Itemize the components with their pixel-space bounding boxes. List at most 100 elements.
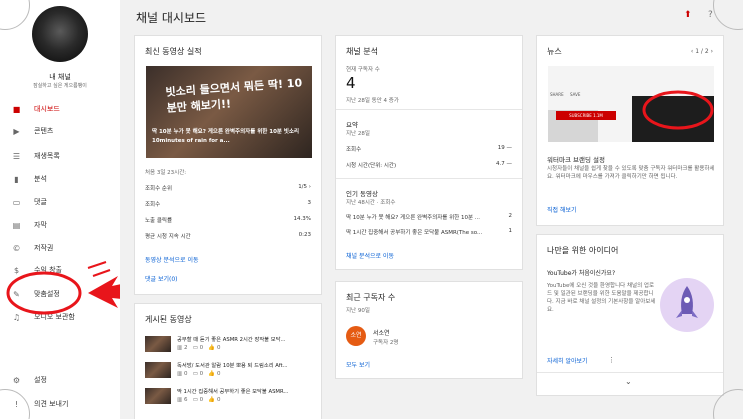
published-video-row[interactable]: 독서방/ 도서관 알람 10분 뽀용 퇴 드림소리 Aft... ▥ 0 ▭ 0… bbox=[145, 360, 315, 382]
channel-subtitle: 잠실하고 싶은 게으름뱅이 bbox=[33, 83, 87, 89]
highlight-circle bbox=[642, 90, 714, 130]
page-title: 채널 대시보드 bbox=[136, 11, 207, 25]
comments-icon: ▭ bbox=[12, 197, 21, 207]
news-image[interactable]: SHARE SAVE SUBSCRIBE 1.1M bbox=[548, 66, 714, 142]
likes-count: 0 bbox=[217, 397, 221, 403]
popular-label: 딱 1시간 집중해서 공부하기 좋은 모닥불 ASMR(The so... bbox=[346, 230, 483, 236]
gear-icon: ⚙ bbox=[12, 375, 21, 385]
published-video-row[interactable]: 딱 1시간 집중해서 공부하기 좋은 모닥불 ASMR... ▥ 6 ▭ 0 👍… bbox=[145, 386, 315, 408]
card-title: 게시된 동영상 bbox=[145, 315, 192, 324]
sidebar-item-label: 재생목록 bbox=[34, 152, 60, 160]
summary-value: 19 — bbox=[497, 145, 512, 151]
channel-avatar[interactable] bbox=[32, 6, 88, 62]
news-body: 시청자들이 채널을 쉽게 찾을 수 있도록 맞춤 구독자 워터마크를 활용하세요… bbox=[547, 166, 715, 180]
subscriber-avatar[interactable]: 소연 bbox=[346, 326, 366, 346]
stat-row: 조회수 3 bbox=[145, 200, 311, 208]
stat-row: 평균 시청 지속 시간 0:23 bbox=[145, 232, 311, 240]
latest-video-card: 최신 동영상 실적 빗소리 들으면서 뭐든 딱! 10분만 해보기!! 딱 10… bbox=[134, 35, 322, 295]
views-count: 2 bbox=[183, 345, 188, 351]
summary-row: 조회수 19 — bbox=[346, 145, 512, 153]
stat-row[interactable]: 조회수 순위 1/5 › bbox=[145, 184, 311, 192]
annotation-circle bbox=[6, 271, 82, 315]
divider bbox=[336, 109, 522, 110]
summary-row: 시청 시간(단위: 시간) 4.7 — bbox=[346, 161, 512, 169]
pager-text: 1 / 2 bbox=[695, 48, 709, 55]
comment-icon: ▭ bbox=[192, 345, 200, 351]
chevron-down-icon[interactable]: ⌄ bbox=[625, 377, 632, 386]
sidebar-item-content[interactable]: ▶ 콘텐츠 bbox=[0, 120, 120, 142]
sidebar: 내 채널 잠실하고 싶은 게으름뱅이 ■ 대시보드 ▶ 콘텐츠 ☰ 재생목록 ▮… bbox=[0, 0, 120, 419]
more-options-icon[interactable]: ⋮ bbox=[608, 356, 615, 364]
try-it-link[interactable]: 직접 해보기 bbox=[547, 205, 577, 214]
video-thumbnail[interactable]: 빗소리 들으면서 뭐든 딱! 10분만 해보기!! 딱 10분 누가 못 해요?… bbox=[146, 66, 312, 158]
news-pager: ‹ 1 / 2 › bbox=[691, 48, 713, 55]
ideas-body: YouTube에 오신 것을 환영합니다 채널의 업로드 및 일관된 브랜딩을 … bbox=[547, 283, 656, 313]
sidebar-item-label: 분석 bbox=[34, 175, 47, 183]
learn-more-link[interactable]: 자세히 알아보기 bbox=[547, 356, 588, 365]
subscriber-name[interactable]: 서소연 bbox=[373, 328, 390, 337]
news-card: 뉴스 ‹ 1 / 2 › SHARE SAVE SUBSCRIBE 1.1M 워… bbox=[536, 35, 724, 226]
sidebar-item-settings[interactable]: ⚙ 설정 bbox=[0, 369, 120, 391]
channel-analytics-link[interactable]: 채널 분석으로 이동 bbox=[346, 251, 394, 260]
stat-value: 0:23 bbox=[298, 232, 311, 238]
video-caption: 딱 10분 누가 못 해요? 게으른 완벽주의자를 위한 10분 빗소리 10m… bbox=[152, 129, 300, 144]
like-icon: 👍 bbox=[208, 397, 218, 403]
save-text: SAVE bbox=[570, 92, 581, 97]
summary-value: 4.7 — bbox=[496, 161, 512, 167]
channel-analytics-card: 채널 분석 현재 구독자 수 4 지난 28일 동안 4 증가 요약 지난 28… bbox=[335, 35, 523, 270]
sidebar-item-analytics[interactable]: ▮ 분석 bbox=[0, 168, 120, 190]
card-title: 뉴스 bbox=[547, 47, 562, 56]
subscribers-period: 지난 90일 bbox=[346, 308, 370, 314]
video-icon: ▶ bbox=[13, 126, 20, 136]
sidebar-item-comments[interactable]: ▭ 댓글 bbox=[0, 191, 120, 213]
popular-row[interactable]: 딱 10분 누가 못 해요? 게으른 완벽주의자를 위한 10분 ... 2 bbox=[346, 213, 512, 221]
sidebar-item-label: 의견 보내기 bbox=[34, 400, 69, 408]
stat-row: 노출 클릭률 14.3% bbox=[145, 216, 311, 224]
annotation-stroke bbox=[87, 261, 107, 269]
help-icon[interactable]: ? bbox=[708, 10, 713, 20]
sidebar-item-dashboard[interactable]: ■ 대시보드 bbox=[0, 98, 120, 120]
popular-row[interactable]: 딱 1시간 집중해서 공부하기 좋은 모닥불 ASMR(The so... 1 bbox=[346, 228, 512, 236]
sidebar-item-playlists[interactable]: ☰ 재생목록 bbox=[0, 145, 120, 167]
news-headline: 워터마크 브랜딩 설정 bbox=[547, 156, 605, 164]
chevron-right-icon[interactable]: › bbox=[709, 48, 713, 55]
sidebar-item-label: 자막 bbox=[34, 221, 47, 229]
video-title: 딱 1시간 집중해서 공부하기 좋은 모닥불 ASMR... bbox=[177, 389, 289, 395]
views-count: 6 bbox=[183, 397, 188, 403]
subscribers-count: 4 bbox=[346, 74, 356, 92]
summary-label: 조회수 bbox=[346, 147, 362, 153]
video-thumbnail bbox=[145, 362, 171, 378]
dashboard-icon: ■ bbox=[12, 104, 21, 114]
summary-label: 시청 시간(단위: 시간) bbox=[346, 163, 397, 169]
stat-label: 노출 클릭률 bbox=[145, 218, 173, 224]
thumbnail-text: 빗소리 들으면서 뭐든 딱! 10분만 해보기!! bbox=[165, 76, 303, 115]
published-videos-card: 게시된 동영상 공부할 때 듣기 좋은 ASMR 2시간 장작불 모닥... ▥… bbox=[134, 303, 322, 419]
like-icon: 👍 bbox=[208, 345, 218, 351]
upload-icon[interactable]: ⬆ bbox=[684, 10, 692, 20]
stat-label: 조회수 순위 bbox=[145, 186, 173, 192]
comment-icon: ▭ bbox=[192, 397, 200, 403]
views-icon: ▥ bbox=[177, 371, 184, 377]
share-text: SHARE bbox=[550, 92, 564, 97]
see-all-link[interactable]: 모두 보기 bbox=[346, 360, 370, 369]
sidebar-item-label: 댓글 bbox=[34, 198, 47, 206]
comment-icon: ▭ bbox=[192, 371, 200, 377]
video-stats: ▥ 2 ▭ 0 👍 0 bbox=[177, 345, 221, 351]
ideas-question: YouTube가 처음이신가요? bbox=[547, 270, 616, 277]
playlist-icon: ☰ bbox=[12, 151, 21, 161]
video-analytics-link[interactable]: 동영상 분석으로 이동 bbox=[145, 255, 199, 264]
comments-count: 0 bbox=[199, 397, 204, 403]
views-icon: ▥ bbox=[177, 397, 184, 403]
divider bbox=[336, 178, 522, 179]
sidebar-item-label: 대시보드 bbox=[34, 105, 60, 113]
video-thumbnail bbox=[145, 388, 171, 404]
view-comments-link[interactable]: 댓글 보기(0) bbox=[145, 274, 178, 283]
subtitles-icon: ▤ bbox=[12, 220, 21, 230]
sidebar-item-subtitles[interactable]: ▤ 자막 bbox=[0, 214, 120, 236]
published-video-row[interactable]: 공부할 때 듣기 좋은 ASMR 2시간 장작불 모닥... ▥ 2 ▭ 0 👍… bbox=[145, 334, 315, 356]
popular-label: 딱 10분 누가 못 해요? 게으른 완벽주의자를 위한 10분 ... bbox=[346, 215, 481, 221]
recent-subscribers-card: 최근 구독자 수 지난 90일 소연 서소연 구독자 2명 모두 보기 bbox=[335, 281, 523, 379]
sidebar-item-label: 콘텐츠 bbox=[34, 127, 54, 135]
summary-title: 요약 bbox=[346, 121, 358, 129]
stat-value: 14.3% bbox=[293, 216, 311, 222]
